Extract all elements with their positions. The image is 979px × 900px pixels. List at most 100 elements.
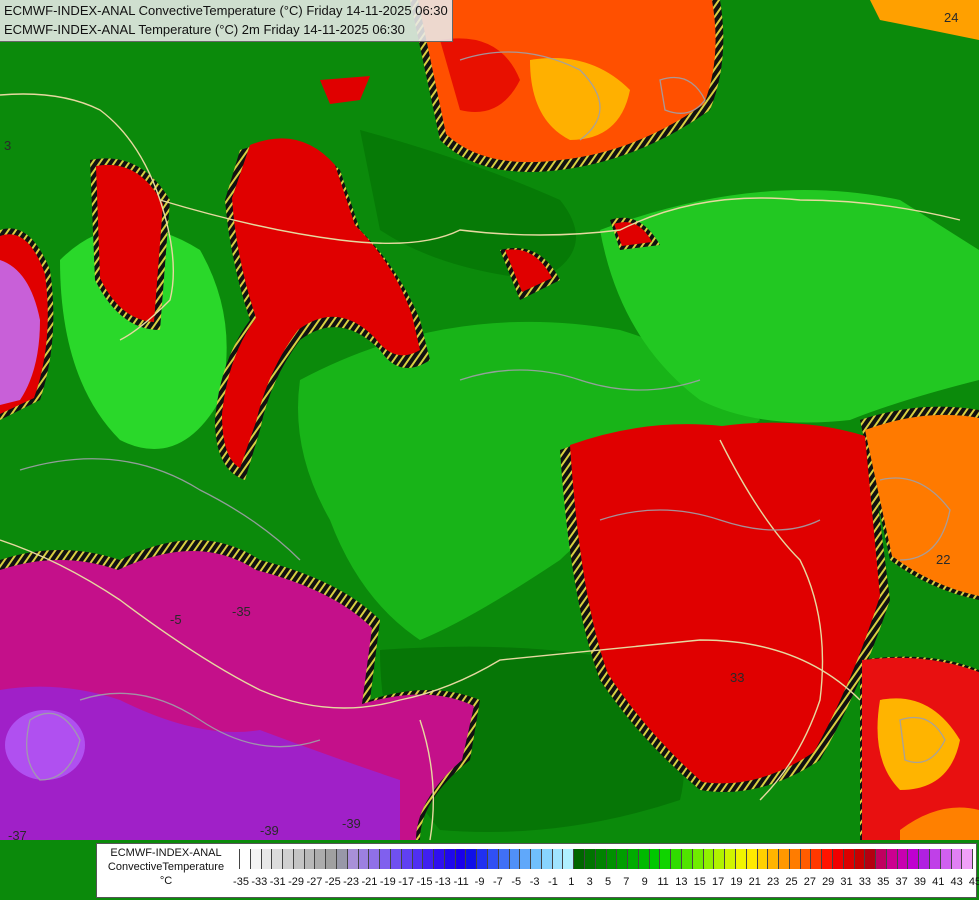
legend-swatch bbox=[628, 849, 639, 869]
legend-tick-label: 17 bbox=[711, 876, 725, 888]
legend-tick-label: 21 bbox=[748, 876, 761, 888]
legend-swatch bbox=[768, 849, 780, 869]
legend-swatch bbox=[822, 849, 833, 869]
legend-swatch bbox=[897, 849, 909, 869]
legend-tick-label: 33 bbox=[858, 876, 872, 888]
color-legend: ECMWF-INDEX-ANAL ConvectiveTemperature °… bbox=[96, 843, 979, 898]
legend-tick-label: -5 bbox=[511, 876, 522, 888]
legend-swatch bbox=[347, 849, 359, 869]
legend-tick-label: 27 bbox=[803, 876, 816, 888]
legend-swatch bbox=[585, 849, 596, 869]
legend-tick-label: 19 bbox=[730, 876, 743, 888]
legend-tick-label: 9 bbox=[641, 876, 648, 888]
legend-swatch bbox=[455, 849, 467, 869]
legend-tick-label: 5 bbox=[604, 876, 612, 888]
contour-label-minus37: -37 bbox=[8, 828, 27, 843]
legend-tick-label: -19 bbox=[379, 876, 396, 888]
legend-tick-label: -13 bbox=[434, 876, 451, 888]
legend-swatch bbox=[886, 849, 898, 869]
legend-swatch bbox=[843, 849, 855, 869]
legend-swatch bbox=[444, 849, 456, 869]
legend-tick-label: -17 bbox=[398, 876, 415, 888]
legend-tick-label: -15 bbox=[416, 876, 433, 888]
header-line-temperature: ECMWF-INDEX-ANAL Temperature (°C) 2m Fri… bbox=[4, 22, 405, 37]
contour-label-22: 22 bbox=[936, 552, 951, 567]
legend-swatch bbox=[250, 849, 262, 869]
legend-tick-label: 15 bbox=[693, 876, 706, 888]
legend-model: ECMWF-INDEX-ANAL bbox=[110, 847, 222, 859]
legend-tick-label: -9 bbox=[474, 876, 485, 888]
legend-swatch bbox=[563, 849, 575, 869]
legend-color-bar bbox=[239, 849, 974, 869]
legend-swatch bbox=[660, 849, 672, 869]
legend-swatch bbox=[261, 849, 273, 869]
legend-swatch bbox=[951, 849, 963, 869]
legend-swatch bbox=[832, 849, 844, 869]
legend-swatch bbox=[865, 849, 877, 869]
legend-tick-label: 13 bbox=[675, 876, 688, 888]
header-line-convective: ECMWF-INDEX-ANAL ConvectiveTemperature (… bbox=[4, 3, 448, 18]
legend-swatch bbox=[326, 849, 338, 869]
legend-tick-label: 31 bbox=[840, 876, 853, 888]
legend-swatch bbox=[876, 849, 887, 869]
legend-swatch bbox=[919, 849, 930, 869]
legend-swatch bbox=[735, 849, 747, 869]
legend-swatch bbox=[854, 849, 866, 869]
legend-tick-label: 29 bbox=[822, 876, 835, 888]
contour-label-33: 33 bbox=[730, 670, 745, 685]
legend-swatch bbox=[779, 849, 790, 869]
legend-swatch bbox=[682, 849, 693, 869]
contour-label-minus39-b: -39 bbox=[342, 816, 361, 831]
legend-tick-label: -11 bbox=[453, 876, 469, 888]
legend-tick-label: 37 bbox=[895, 876, 908, 888]
legend-swatch bbox=[962, 849, 974, 869]
legend-tick-label: 43 bbox=[950, 876, 963, 888]
legend-swatch bbox=[369, 849, 381, 869]
legend-swatch bbox=[401, 849, 413, 869]
legend-swatch bbox=[649, 849, 661, 869]
legend-swatch bbox=[304, 849, 316, 869]
region-violet-spot bbox=[5, 710, 85, 780]
legend-swatch bbox=[283, 849, 294, 869]
legend-swatch bbox=[940, 849, 952, 869]
legend-tick-label: 39 bbox=[913, 876, 927, 888]
contour-label-24: 24 bbox=[944, 10, 959, 25]
legend-swatch bbox=[293, 849, 305, 869]
legend-swatch bbox=[315, 849, 327, 869]
legend-tick-label: -33 bbox=[251, 876, 268, 888]
legend-swatch bbox=[390, 849, 402, 869]
legend-swatch bbox=[434, 849, 445, 869]
legend-tick-label: -23 bbox=[343, 876, 360, 888]
legend-tick-label: -7 bbox=[493, 876, 503, 888]
legend-swatch bbox=[509, 849, 521, 869]
legend-tick-label: -35 bbox=[233, 876, 249, 888]
legend-swatch bbox=[746, 849, 758, 869]
legend-swatch bbox=[477, 849, 488, 869]
weather-map bbox=[0, 0, 979, 900]
legend-swatch bbox=[487, 849, 499, 869]
legend-swatch bbox=[671, 849, 683, 869]
legend-swatch bbox=[574, 849, 585, 869]
legend-swatch bbox=[272, 849, 284, 869]
legend-tick-label: -27 bbox=[306, 876, 323, 888]
contour-label-minus35: -35 bbox=[232, 604, 251, 619]
legend-tick-label: 23 bbox=[767, 876, 780, 888]
contour-label-3: 3 bbox=[4, 138, 12, 153]
legend-swatch bbox=[466, 849, 478, 869]
legend-swatch bbox=[692, 849, 704, 869]
legend-swatch bbox=[757, 849, 769, 869]
legend-tick-label: 41 bbox=[932, 876, 945, 888]
legend-tick-label: 45 bbox=[968, 876, 979, 888]
legend-swatch bbox=[725, 849, 736, 869]
legend-tick-label: -25 bbox=[324, 876, 341, 888]
legend-swatch bbox=[789, 849, 801, 869]
legend-tick-label: 3 bbox=[586, 876, 593, 888]
legend-swatch bbox=[380, 849, 391, 869]
legend-tick-label: -1 bbox=[548, 876, 558, 888]
legend-title: ECMWF-INDEX-ANAL ConvectiveTemperature °… bbox=[97, 846, 235, 888]
legend-swatch bbox=[617, 849, 629, 869]
legend-tick-label: -21 bbox=[361, 876, 378, 888]
legend-tick-label: 1 bbox=[568, 876, 575, 888]
legend-swatch bbox=[423, 849, 435, 869]
legend-swatch bbox=[337, 849, 348, 869]
